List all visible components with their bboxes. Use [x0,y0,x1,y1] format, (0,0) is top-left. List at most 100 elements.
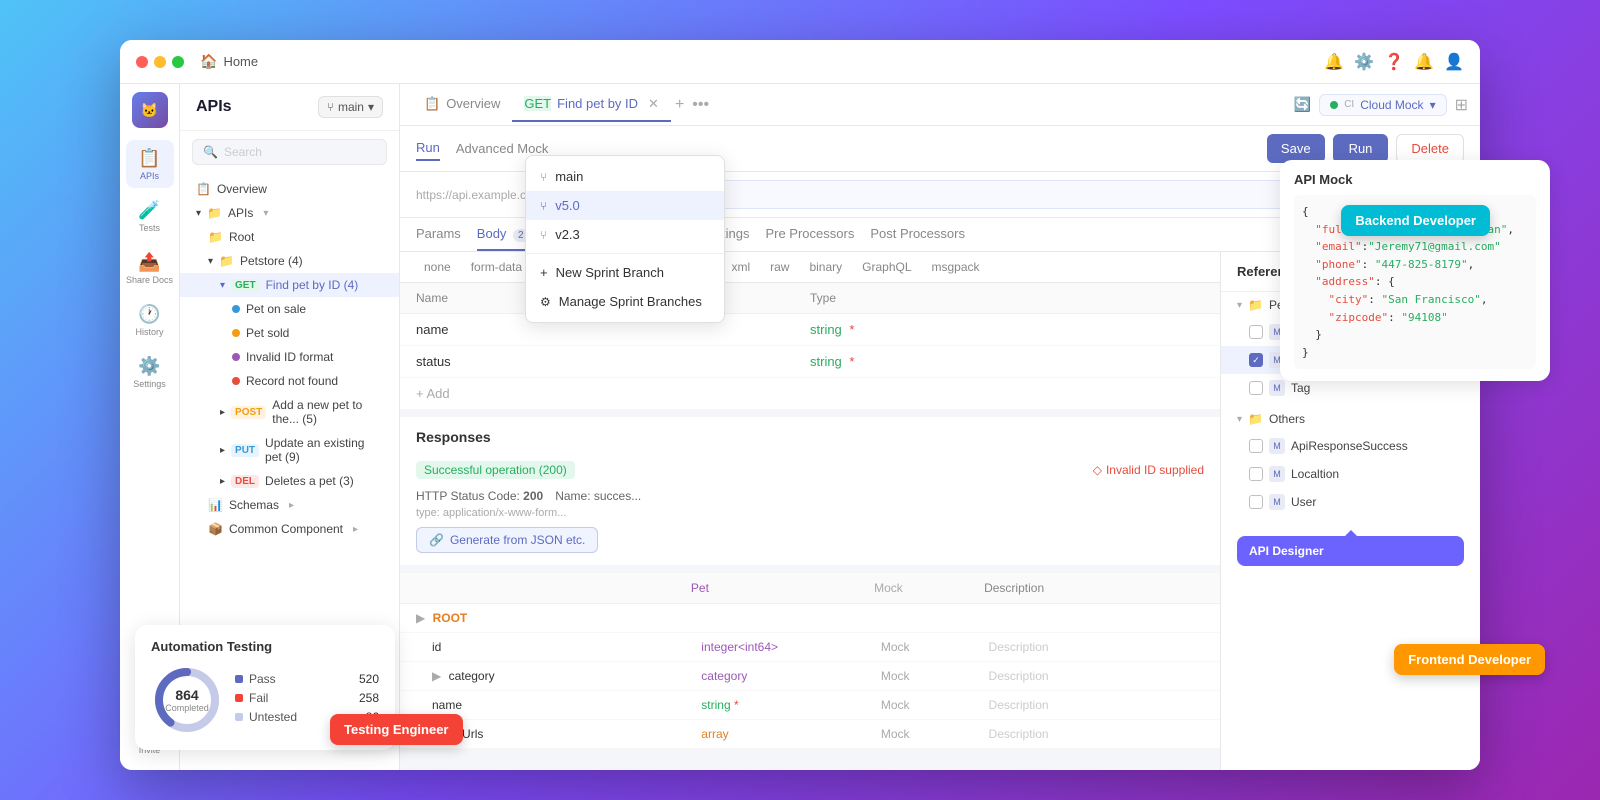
generate-label: Generate from JSON etc. [450,533,585,547]
tree-item-put-update[interactable]: ▸ PUT Update an existing pet (9) [180,431,399,469]
body-tab-raw[interactable]: raw [762,256,797,278]
apiresponse-checkbox[interactable] [1249,439,1263,453]
tree-item-overview[interactable]: 📋 Overview [180,177,399,201]
frontend-developer-tooltip: Frontend Developer [1394,644,1545,675]
dropdown-item-v23[interactable]: ⑂ v2.3 [526,220,724,249]
home-nav[interactable]: 🏠 Home [200,53,258,70]
diamond-icon: ◇ [1093,463,1102,477]
root-expand[interactable]: ▶ [416,611,425,625]
mock-key-city: "city" [1329,293,1369,306]
body-tab-msgpack[interactable]: msgpack [924,256,988,278]
sidebar-item-settings[interactable]: ⚙️ Settings [126,348,174,396]
avatar-icon[interactable]: 👤 [1444,52,1464,72]
body-tab-none[interactable]: none [416,256,459,278]
save-button[interactable]: Save [1267,134,1325,163]
search-box[interactable]: 🔍 Search [192,139,387,165]
root-key-category: ▶ category [416,669,701,683]
tab-close-icon[interactable]: ✕ [648,96,659,112]
share-docs-icon: 📤 [138,252,160,273]
tab-overview[interactable]: 📋 Overview [412,88,512,122]
tree-item-pet-sold[interactable]: Pet sold [180,321,399,345]
automation-title: Automation Testing [151,639,379,654]
root-mock-photo[interactable]: Mock [881,727,989,741]
tree-item-pet-on-sale[interactable]: Pet on sale [180,297,399,321]
root-mock-category[interactable]: Mock [881,669,989,683]
params-tab-post[interactable]: Post Processors [870,218,965,251]
donut-number: 864 [165,687,209,703]
tree-item-common-component[interactable]: 📦 Common Component ▸ [180,517,399,541]
sidebar-item-apis[interactable]: 📋 APIs [126,140,174,188]
tree-item-invalid-id[interactable]: Invalid ID format [180,345,399,369]
category-checkbox[interactable] [1249,353,1263,367]
refresh-icon[interactable]: 🔄 [1294,96,1311,113]
tree-item-del[interactable]: ▸ DEL Deletes a pet (3) [180,469,399,493]
pet-checkbox[interactable] [1249,325,1263,339]
tag-checkbox[interactable] [1249,381,1263,395]
root-mock-name[interactable]: Mock [881,698,989,712]
gear-icon[interactable]: ⚙️ [1354,52,1374,72]
cloud-mock-button[interactable]: CI Cloud Mock ▾ [1319,94,1446,116]
mock-key-email: "email" [1315,240,1361,253]
dropdown-manage-sprint[interactable]: ⚙ Manage Sprint Branches [526,287,724,316]
tree-item-apis[interactable]: ▾ 📁 APIs ▾ [180,201,399,225]
overview-label: Overview [217,182,267,196]
new-sprint-label: New Sprint Branch [556,265,664,280]
branch-button[interactable]: ⑂ main ▾ [318,96,383,118]
tree-item-record-not-found[interactable]: Record not found [180,369,399,393]
body-tab-graphql[interactable]: GraphQL [854,256,919,278]
dropdown-item-v5[interactable]: ⑂ v5.0 [526,191,724,220]
dropdown-divider [526,253,724,254]
tree-item-get-findpet[interactable]: ▾ GET Find pet by ID (4) [180,273,399,297]
sidebar-item-sharedocs[interactable]: 📤 Share Docs [126,244,174,292]
tree-item-petstore[interactable]: ▾ 📁 Petstore (4) [180,249,399,273]
api-sidebar-title: APIs [196,98,232,116]
generate-button[interactable]: 🔗 Generate from JSON etc. [416,527,598,553]
dropdown-new-sprint[interactable]: + New Sprint Branch [526,258,724,287]
tab-bar: 📋 Overview GET Find pet by ID ✕ + ••• 🔄 … [400,84,1480,126]
notification-icon[interactable]: 🔔 [1414,52,1434,72]
tree-item-root[interactable]: 📁 Root [180,225,399,249]
root-col3: Mock [874,581,984,595]
close-button[interactable] [136,56,148,68]
schema-location-item[interactable]: M Localtion [1221,460,1480,488]
tab-get-findpet[interactable]: GET Find pet by ID ✕ [512,88,671,122]
user-checkbox[interactable] [1249,495,1263,509]
sidebar-item-tests[interactable]: 🧪 Tests [126,192,174,240]
tab-menu-button[interactable]: ••• [688,92,713,118]
titlebar: 🏠 Home 🔔 ⚙️ ❓ 🔔 👤 [120,40,1480,84]
tree-item-schemas[interactable]: 📊 Schemas ▸ [180,493,399,517]
component-icon: 📦 [208,522,223,536]
body-tabs: none form-data x-www-form-urlencoded jso… [400,252,1220,283]
location-checkbox[interactable] [1249,467,1263,481]
minimize-button[interactable] [154,56,166,68]
schema-others-group[interactable]: ▾ 📁 Others [1221,406,1480,432]
body-tab-formdata[interactable]: form-data [463,256,530,278]
bell-icon[interactable]: 🔔 [1324,52,1344,72]
mock-val-city: "San Francisco" [1382,293,1481,306]
params-tab-body[interactable]: Body 2 [477,218,529,251]
schema-apiresponse-item[interactable]: M ApiResponseSuccess [1221,432,1480,460]
add-field-button[interactable]: + Add [400,378,1220,409]
app-avatar[interactable]: 🐱 [132,92,168,128]
dropdown-item-main[interactable]: ⑂ main [526,162,724,191]
body-tab-xml[interactable]: xml [723,256,758,278]
run-button[interactable]: Run [1333,134,1389,163]
branch-main-label: main [555,169,583,184]
params-tab-params[interactable]: Params [416,218,461,251]
add-tab-button[interactable]: + [671,92,688,118]
search-icon: 🔍 [203,145,218,159]
params-tab-pre[interactable]: Pre Processors [765,218,854,251]
delete-button[interactable]: Delete [1396,134,1464,163]
root-col2: Pet [691,581,874,595]
question-icon[interactable]: ❓ [1384,52,1404,72]
layout-icon[interactable]: ⊞ [1455,95,1468,115]
maximize-button[interactable] [172,56,184,68]
toolbar-tab-run[interactable]: Run [416,136,440,161]
sidebar-item-history[interactable]: 🕐 History [126,296,174,344]
root-mock-id[interactable]: Mock [881,640,989,654]
tree-item-post-add[interactable]: ▸ POST Add a new pet to the... (5) [180,393,399,431]
schema-user-item[interactable]: M User [1221,488,1480,516]
tests-icon: 🧪 [138,200,160,221]
body-tab-binary[interactable]: binary [801,256,850,278]
field-type-status: string * [810,354,1204,369]
